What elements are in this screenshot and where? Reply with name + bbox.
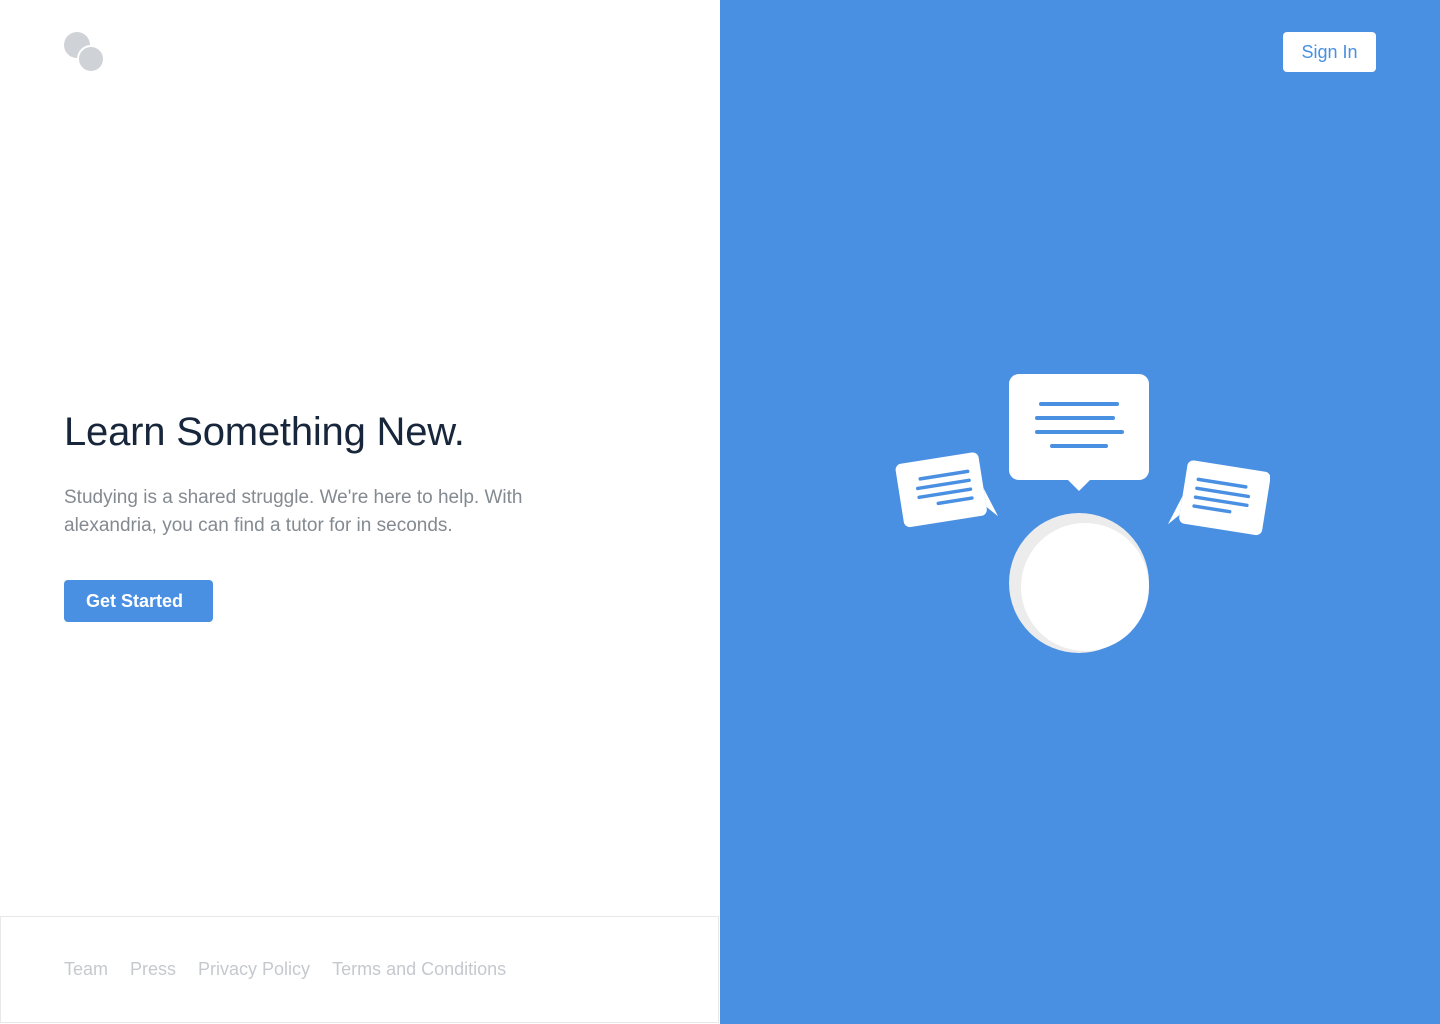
hero-section: Learn Something New. Studying is a share…	[64, 408, 624, 622]
footer-link-press[interactable]: Press	[130, 959, 176, 980]
right-chat-bubble-icon	[1167, 460, 1271, 536]
left-panel: Learn Something New. Studying is a share…	[0, 0, 720, 1024]
footer-link-team[interactable]: Team	[64, 959, 108, 980]
right-panel: Sign In	[720, 0, 1440, 1024]
person-avatar-icon	[1009, 513, 1149, 653]
footer-link-privacy-policy[interactable]: Privacy Policy	[198, 959, 310, 980]
footer-nav: Team Press Privacy Policy Terms and Cond…	[64, 959, 506, 980]
page-title: Learn Something New.	[64, 410, 465, 454]
center-chat-bubble-icon	[1009, 374, 1149, 491]
chat-bubbles-person-illustration	[890, 366, 1271, 666]
get-started-button[interactable]: Get Started	[64, 580, 213, 622]
footer: Team Press Privacy Policy Terms and Cond…	[0, 916, 719, 1023]
footer-link-terms[interactable]: Terms and Conditions	[332, 959, 506, 980]
hero-description: Studying is a shared struggle. We're her…	[64, 487, 523, 536]
landing-page: Learn Something New. Studying is a share…	[0, 0, 1440, 1024]
sign-in-button[interactable]: Sign In	[1283, 32, 1376, 72]
logo-icon[interactable]	[64, 32, 106, 74]
left-chat-bubble-icon	[895, 452, 999, 528]
